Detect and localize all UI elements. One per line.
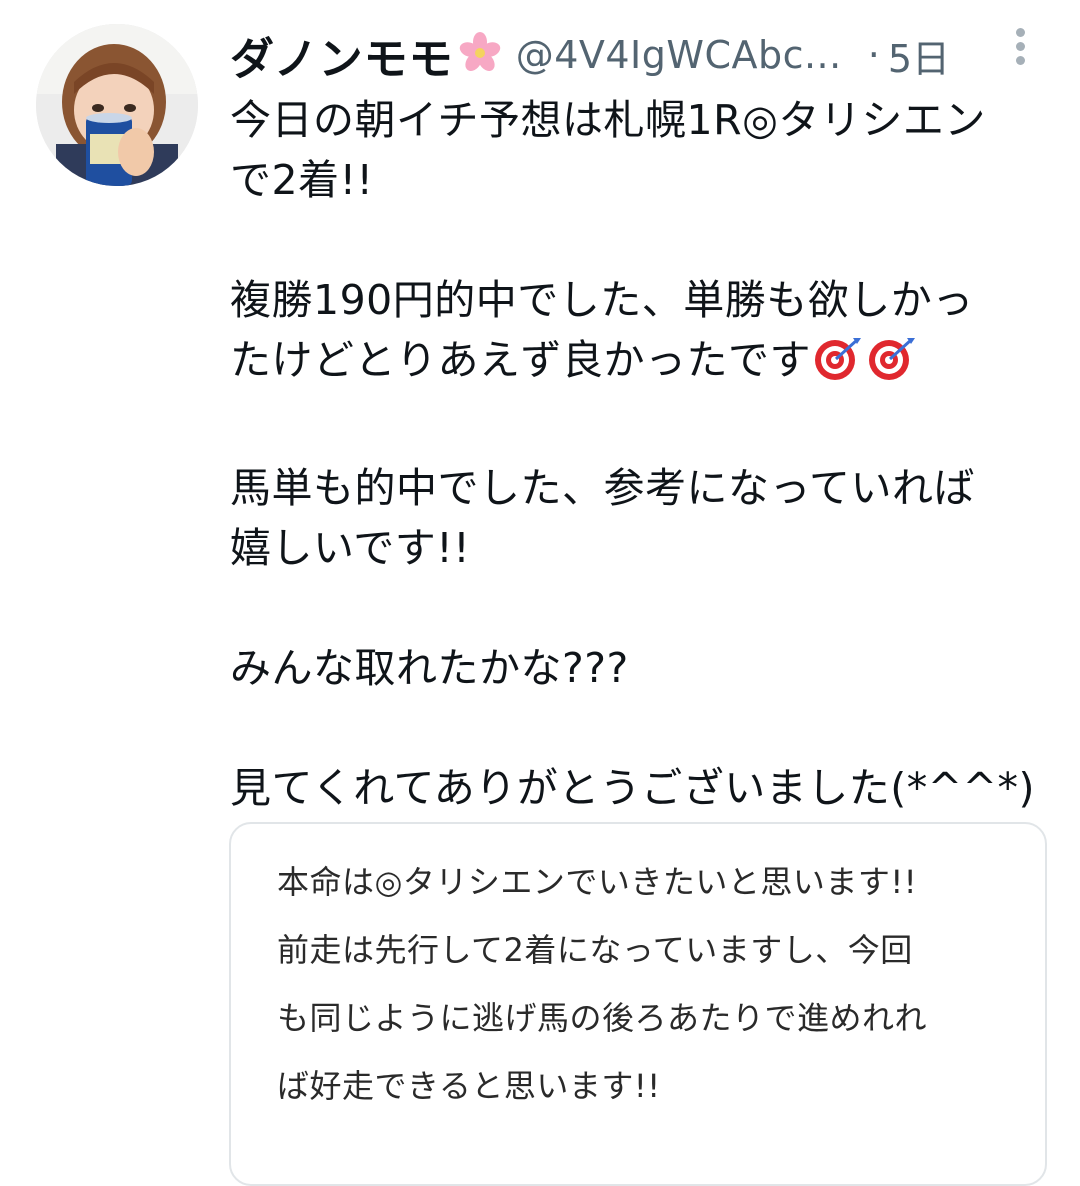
avatar[interactable] xyxy=(36,24,198,186)
post-header: ダノンモモ @4V4IgWCAbc... · 5日 xyxy=(230,23,1050,87)
separator-dot: · xyxy=(867,33,880,77)
post-text-line: で2着!! xyxy=(230,156,374,204)
direct-hit-icon xyxy=(867,336,919,398)
image-text-line: 前走は先行して2着になっていますし、今回 xyxy=(277,931,913,969)
attached-image-text: 本命は◎タリシエンでいきたいと思います!! 前走は先行して2着になっていますし、… xyxy=(277,848,1017,1120)
attached-image-card[interactable]: 本命は◎タリシエンでいきたいと思います!! 前走は先行して2着になっていますし、… xyxy=(229,822,1047,1186)
image-text-line: ば好走できると思います!! xyxy=(277,1067,661,1105)
post-text-line: 馬単も的中でした、参考になっていれば xyxy=(230,464,975,512)
image-text-line: も同じように逃げ馬の後ろあたりで進めれれ xyxy=(277,999,928,1037)
post-body: 今日の朝イチ予想は札幌1R◎タリシエン で2着!! 複勝190円的中でした、単勝… xyxy=(230,90,1060,818)
post-text-fragment: たけどとりあえず良かったです xyxy=(230,336,811,384)
cherry-blossom-icon xyxy=(458,31,502,79)
user-handle[interactable]: @4V4IgWCAbc... xyxy=(516,33,842,77)
display-name[interactable]: ダノンモモ xyxy=(230,23,454,87)
post-text-line: 嬉しいです!! xyxy=(230,524,471,572)
image-text-line: 本命は◎タリシエンでいきたいと思います!! xyxy=(277,863,918,901)
post-text-line: 複勝190円的中でした、単勝も欲しかっ xyxy=(230,276,974,324)
post-text-line: 見てくれてありがとうございました(*^^*) xyxy=(230,764,1036,812)
post-time[interactable]: 5日 xyxy=(888,28,950,83)
more-vertical-icon[interactable] xyxy=(1010,28,1030,72)
post-text-line: みんな取れたかな??? xyxy=(230,644,629,692)
post-text-line-with-emoji: たけどとりあえず良かったです xyxy=(230,330,1060,398)
direct-hit-icon xyxy=(813,336,865,398)
post-text-line: 今日の朝イチ予想は札幌1R◎タリシエン xyxy=(230,96,986,144)
